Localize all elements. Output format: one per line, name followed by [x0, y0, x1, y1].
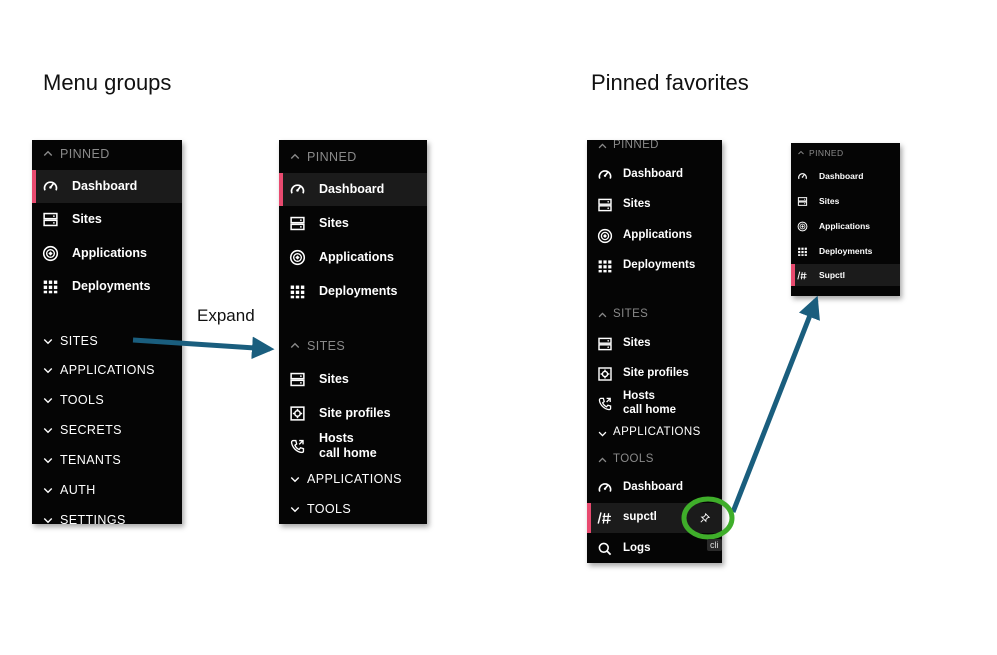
expand-arrow [132, 336, 275, 360]
annotation-overlay [132, 295, 820, 540]
pin-tooltip: cli [707, 539, 722, 551]
pin-highlight-ring [681, 496, 735, 540]
pin-arrow [730, 295, 820, 513]
expand-label: Expand [197, 306, 255, 325]
